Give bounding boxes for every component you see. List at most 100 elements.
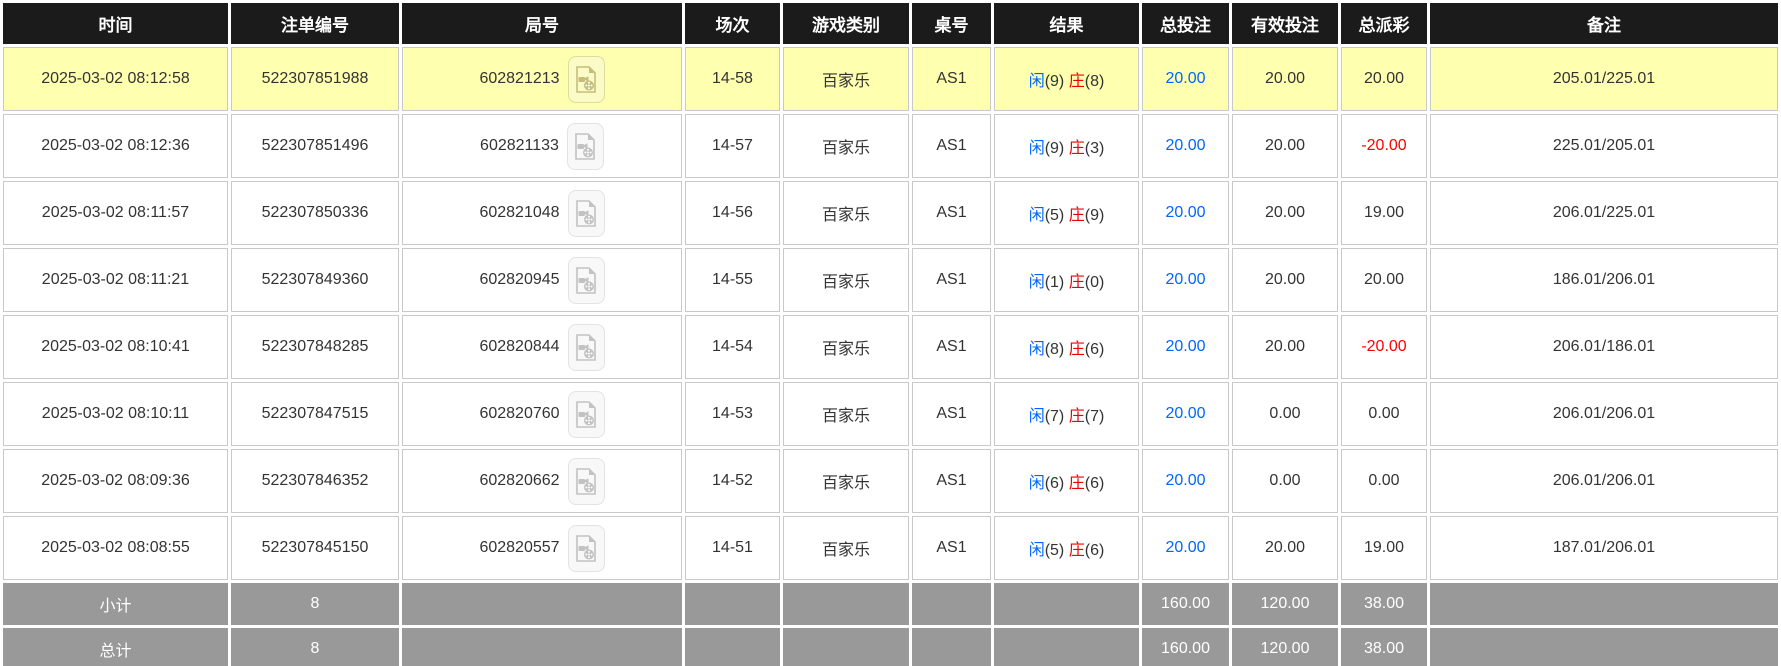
table-row[interactable]: 2025-03-02 08:12:36 522307851496 6028211…	[3, 114, 1778, 178]
footer-empty-cell	[402, 628, 682, 666]
round-id-value: 602820945	[479, 271, 559, 289]
video-replay-icon	[575, 66, 597, 93]
video-replay-button[interactable]	[568, 458, 605, 505]
table-row[interactable]: 2025-03-02 08:11:57 522307850336 6028210…	[3, 181, 1778, 245]
banker-result-score: (7)	[1085, 408, 1105, 425]
video-replay-button[interactable]	[568, 257, 605, 304]
table-row[interactable]: 2025-03-02 08:10:41 522307848285 6028208…	[3, 315, 1778, 379]
banker-result-score: (6)	[1085, 542, 1105, 559]
banker-result-score: (3)	[1085, 140, 1105, 157]
video-replay-icon	[574, 133, 596, 160]
player-result-label: 闲	[1029, 542, 1045, 559]
table-row[interactable]: 2025-03-02 08:12:58 522307851988 6028212…	[3, 47, 1778, 111]
table-no-cell: AS1	[912, 516, 991, 580]
payout-cell: -20.00	[1341, 315, 1427, 379]
video-replay-icon	[575, 401, 597, 428]
col-header-valid-bet: 有效投注	[1232, 3, 1338, 44]
payout-cell: 19.00	[1341, 516, 1427, 580]
payout-cell: 20.00	[1341, 47, 1427, 111]
footer-empty-cell	[994, 628, 1139, 666]
col-header-table-no: 桌号	[912, 3, 991, 44]
remark-cell: 206.01/206.01	[1430, 449, 1778, 513]
round-id-value: 602820760	[479, 405, 559, 423]
total-bet-link[interactable]: 20.00	[1165, 70, 1205, 87]
grand-total-payout: 38.00	[1341, 628, 1427, 666]
total-bet-link[interactable]: 20.00	[1165, 539, 1205, 556]
valid-bet-cell: 20.00	[1232, 248, 1338, 312]
payout-cell: -20.00	[1341, 114, 1427, 178]
game-type-cell: 百家乐	[783, 516, 909, 580]
video-replay-button[interactable]	[568, 56, 605, 103]
player-result-label: 闲	[1029, 73, 1045, 90]
grand-total-count: 8	[231, 628, 399, 666]
total-bet-link[interactable]: 20.00	[1165, 405, 1205, 422]
table-row[interactable]: 2025-03-02 08:09:36 522307846352 6028206…	[3, 449, 1778, 513]
remark-cell: 206.01/186.01	[1430, 315, 1778, 379]
player-result-label: 闲	[1029, 140, 1045, 157]
total-bet-link[interactable]: 20.00	[1165, 338, 1205, 355]
player-result-label: 闲	[1029, 274, 1045, 291]
table-row[interactable]: 2025-03-02 08:08:55 522307845150 6028205…	[3, 516, 1778, 580]
total-bet-cell: 20.00	[1142, 449, 1229, 513]
total-bet-cell: 20.00	[1142, 181, 1229, 245]
video-replay-icon	[575, 334, 597, 361]
round-id-cell: 602821048	[402, 181, 682, 245]
col-header-round-id: 局号	[402, 3, 682, 44]
payout-value: 20.00	[1364, 70, 1404, 87]
table-row[interactable]: 2025-03-02 08:10:11 522307847515 6028207…	[3, 382, 1778, 446]
game-type-cell: 百家乐	[783, 47, 909, 111]
footer-empty-cell	[1430, 628, 1778, 666]
session-cell: 14-54	[685, 315, 780, 379]
result-cell: 闲(1) 庄(0)	[994, 248, 1139, 312]
footer-empty-cell	[1430, 583, 1778, 625]
result-cell: 闲(6) 庄(6)	[994, 449, 1139, 513]
time-cell: 2025-03-02 08:12:36	[3, 114, 228, 178]
video-replay-button[interactable]	[568, 391, 605, 438]
time-cell: 2025-03-02 08:09:36	[3, 449, 228, 513]
payout-cell: 0.00	[1341, 449, 1427, 513]
player-result-label: 闲	[1029, 341, 1045, 358]
player-result-label: 闲	[1029, 408, 1045, 425]
banker-result-score: (6)	[1085, 341, 1105, 358]
total-bet-link[interactable]: 20.00	[1165, 137, 1205, 154]
footer-empty-cell	[402, 583, 682, 625]
time-cell: 2025-03-02 08:11:21	[3, 248, 228, 312]
total-bet-link[interactable]: 20.00	[1165, 271, 1205, 288]
bet-id-cell: 522307848285	[231, 315, 399, 379]
round-id-cell: 602820945	[402, 248, 682, 312]
video-replay-button[interactable]	[568, 324, 605, 371]
total-bet-link[interactable]: 20.00	[1165, 204, 1205, 221]
col-header-payout: 总派彩	[1341, 3, 1427, 44]
table-no-cell: AS1	[912, 114, 991, 178]
grand-total-total-bet: 160.00	[1142, 628, 1229, 666]
banker-result-label: 庄	[1069, 274, 1085, 291]
banker-result-label: 庄	[1069, 542, 1085, 559]
valid-bet-value: 20.00	[1265, 271, 1305, 288]
round-id-cell: 602820760	[402, 382, 682, 446]
player-result-score: (1)	[1045, 274, 1065, 291]
total-bet-link[interactable]: 20.00	[1165, 472, 1205, 489]
video-replay-button[interactable]	[568, 190, 605, 237]
table-no-cell: AS1	[912, 315, 991, 379]
result-cell: 闲(5) 庄(9)	[994, 181, 1139, 245]
table-row[interactable]: 2025-03-02 08:11:21 522307849360 6028209…	[3, 248, 1778, 312]
valid-bet-value: 20.00	[1265, 539, 1305, 556]
total-bet-cell: 20.00	[1142, 315, 1229, 379]
col-header-remark: 备注	[1430, 3, 1778, 44]
col-header-result: 结果	[994, 3, 1139, 44]
total-bet-cell: 20.00	[1142, 382, 1229, 446]
bet-id-cell: 522307851988	[231, 47, 399, 111]
valid-bet-value: 0.00	[1269, 405, 1300, 422]
table-no-cell: AS1	[912, 449, 991, 513]
payout-value: -20.00	[1361, 137, 1406, 154]
round-id-cell: 602821133	[402, 114, 682, 178]
remark-cell: 187.01/206.01	[1430, 516, 1778, 580]
round-id-cell: 602820557	[402, 516, 682, 580]
player-result-score: (7)	[1045, 408, 1065, 425]
result-cell: 闲(9) 庄(3)	[994, 114, 1139, 178]
video-replay-button[interactable]	[568, 525, 605, 572]
banker-result-score: (0)	[1085, 274, 1105, 291]
footer-empty-cell	[685, 628, 780, 666]
video-replay-button[interactable]	[567, 123, 604, 170]
game-type-cell: 百家乐	[783, 248, 909, 312]
